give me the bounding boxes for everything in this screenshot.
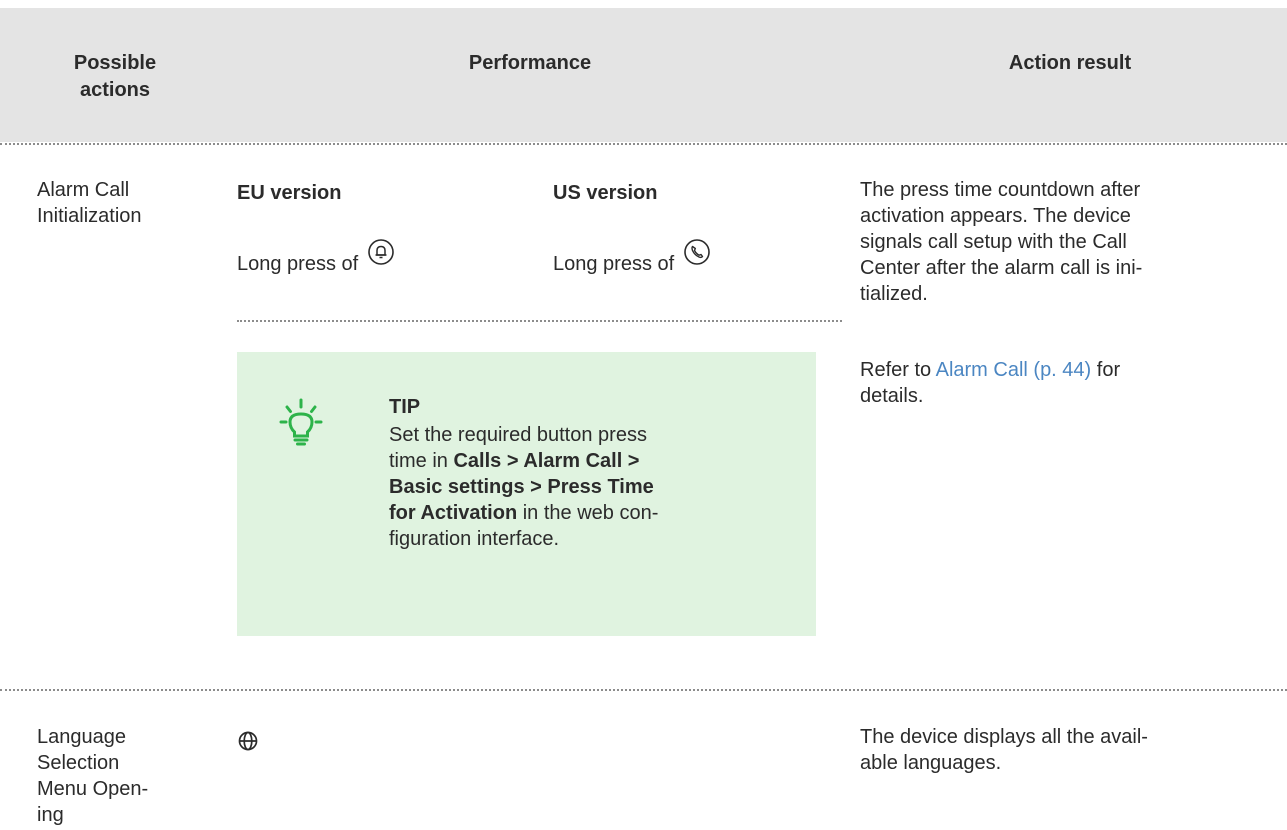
lightbulb-icon	[279, 394, 323, 471]
result-line-1: The press time countdown after	[860, 179, 1141, 201]
refer-line-2: details.	[860, 385, 924, 407]
tip-line-5: figuration interface.	[389, 528, 560, 550]
bell-button-icon	[367, 238, 395, 273]
result-line-2: activation appears. The device	[860, 205, 1131, 227]
language-result-line1: The device displays all the avail-	[860, 726, 1148, 748]
eu-version-title: EU version	[237, 182, 342, 204]
us-long-press: Long press of	[553, 238, 711, 277]
header-possible-actions: Possible actions	[73, 52, 157, 101]
action-language-line1: Language	[37, 726, 126, 748]
tip-line-3: Basic settings > Press Time	[389, 476, 654, 498]
language-result-line2: able languages.	[860, 752, 1002, 774]
action-language-line4: ing	[37, 804, 64, 826]
action-alarm-call-line2: Initialization	[37, 205, 142, 227]
result-line-4: Center after the alarm call is ini-	[860, 257, 1143, 279]
action-language-line3: Menu Open-	[37, 778, 149, 800]
header-performance: Performance	[468, 52, 592, 74]
tip-title: TIP	[389, 396, 421, 418]
row-divider	[0, 689, 1287, 691]
globe-icon	[237, 730, 259, 757]
performance-divider	[237, 320, 842, 322]
us-version-title: US version	[553, 182, 658, 204]
action-alarm-call-line1: Alarm Call	[37, 179, 130, 201]
tip-box: TIP Set the required button press time i…	[237, 352, 816, 636]
table-header: Possible actions Performance Action resu…	[0, 8, 1287, 142]
phone-button-icon	[683, 238, 711, 273]
eu-long-press: Long press of	[237, 238, 395, 277]
refer-line-1: Refer to Alarm Call (p. 44) for	[860, 359, 1121, 381]
alarm-call-link[interactable]: Alarm Call (p. 44)	[936, 359, 1092, 381]
row-divider	[0, 143, 1287, 145]
tip-line-2: time in Calls > Alarm Call >	[389, 450, 640, 472]
result-line-3: signals call setup with the Call	[860, 231, 1127, 253]
action-language-line2: Selection	[37, 752, 120, 774]
tip-line-4: for Activation in the web con-	[389, 502, 659, 524]
header-action-result: Action result	[1008, 52, 1132, 74]
tip-line-1: Set the required button press	[389, 424, 647, 446]
result-line-5: tialized.	[860, 283, 928, 305]
